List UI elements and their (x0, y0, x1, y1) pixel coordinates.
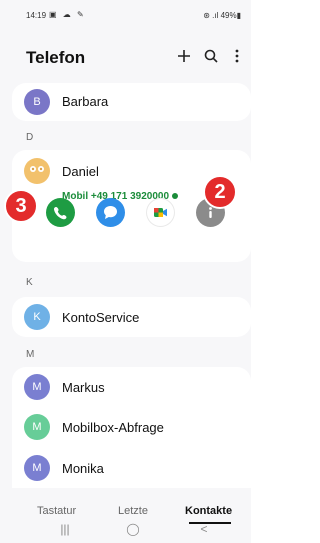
section-header-m: M (26, 349, 35, 360)
annotation-badge-2: 2 (203, 175, 237, 209)
section-header-k: K (26, 277, 33, 288)
message-button[interactable] (96, 198, 125, 227)
avatar: M (24, 414, 50, 440)
video-call-button[interactable] (146, 198, 175, 227)
contact-name: Daniel (62, 164, 99, 179)
status-time: 14:19 (26, 11, 47, 20)
home-icon[interactable]: ◯ (123, 522, 143, 536)
video-icon (154, 208, 167, 217)
status-left-icons: ▣ ☁ ✎ (49, 10, 86, 19)
contact-name: Barbara (62, 94, 109, 109)
avatar (24, 158, 50, 184)
status-right: ⊛ .ıl 49%▮ (203, 11, 241, 20)
search-icon[interactable] (203, 48, 219, 66)
avatar: M (24, 455, 50, 481)
back-icon[interactable]: < (194, 522, 214, 536)
contact-kontoservice[interactable]: K KontoService (12, 297, 251, 337)
call-button[interactable] (46, 198, 75, 227)
contact-mobilbox[interactable]: M Mobilbox-Abfrage (12, 407, 251, 447)
tab-tastatur[interactable]: Tastatur (37, 505, 76, 517)
tab-letzte[interactable]: Letzte (118, 505, 148, 517)
contact-group-m: M Markus M Mobilbox-Abfrage M Monika (12, 367, 251, 497)
avatar: B (24, 89, 50, 115)
annotation-badge-3: 3 (4, 189, 38, 223)
section-header-d: D (26, 132, 34, 143)
contact-monika[interactable]: M Monika (12, 447, 251, 487)
contact-name: KontoService (62, 310, 140, 325)
phone-screen: 14:19 ▣ ☁ ✎ ⊛ .ıl 49%▮ Telefon B Barbara… (0, 0, 251, 543)
more-vert-icon[interactable] (229, 48, 245, 66)
contact-name: Markus (62, 380, 105, 395)
page-title: Telefon (26, 48, 86, 67)
plus-icon[interactable] (176, 48, 192, 66)
avatar: M (24, 374, 50, 400)
recents-icon[interactable]: ||| (55, 522, 75, 536)
system-navbar: ||| ◯ < (0, 518, 251, 543)
contact-barbara[interactable]: B Barbara (12, 83, 251, 121)
tab-kontakte[interactable]: Kontakte (185, 505, 232, 517)
avatar: K (24, 304, 50, 330)
status-bar: 14:19 ▣ ☁ ✎ ⊛ .ıl 49%▮ (0, 0, 251, 26)
contact-name: Monika (62, 461, 104, 476)
chat-bubble-icon (104, 206, 117, 219)
phone-icon (53, 207, 67, 220)
app-bar: Telefon (0, 40, 251, 76)
contact-markus[interactable]: M Markus (12, 367, 251, 407)
contact-name: Mobilbox-Abfrage (62, 420, 164, 435)
